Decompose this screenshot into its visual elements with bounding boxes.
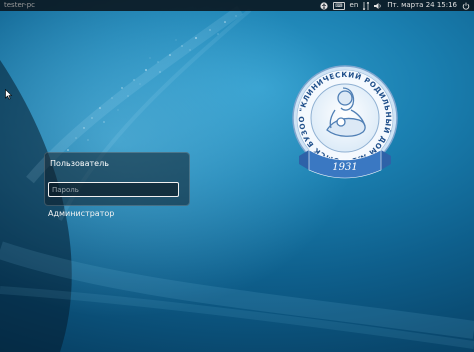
user-list-item-admin[interactable]: Администратор [48,209,114,218]
hostname-label: tester-pc [4,1,35,9]
indicator-area: ⌨ en Пт. марта 24 15:16 [320,0,470,11]
login-panel: Пользователь [44,152,190,206]
maternity-hospital-logo: ОМСК БУЗОО "КЛИНИЧЕСКИЙ РОДИЛЬНЫЙ ДОМ №1… [292,65,398,179]
clock-label[interactable]: Пт. марта 24 15:16 [387,0,457,11]
selected-user-name[interactable]: Пользователь [50,159,109,168]
network-icon[interactable] [363,1,370,10]
login-screen: tester-pc ⌨ en Пт. марта 24 15:16 СК БУЗ… [0,0,474,352]
keyboard-icon[interactable]: ⌨ [333,1,345,10]
accessibility-icon[interactable] [320,1,328,10]
logo-year: 1931 [332,162,357,173]
power-icon[interactable] [462,2,470,10]
mouse-cursor-icon [5,89,12,100]
top-panel: tester-pc ⌨ en Пт. марта 24 15:16 [0,0,474,11]
password-input[interactable] [48,182,179,197]
keyboard-layout[interactable]: en [350,0,359,11]
volume-icon[interactable] [374,2,382,10]
